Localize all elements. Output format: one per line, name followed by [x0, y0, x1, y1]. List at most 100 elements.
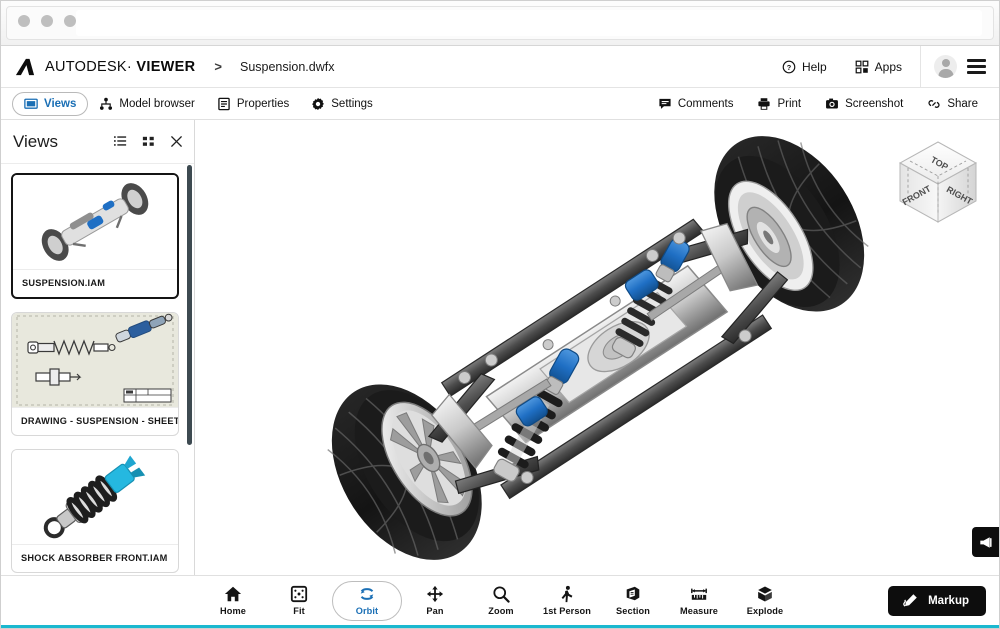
list-view-icon[interactable] — [113, 134, 128, 149]
grid-apps-icon — [855, 60, 869, 73]
gear-icon — [312, 97, 325, 110]
megaphone-icon — [979, 536, 992, 548]
brand-breadcrumb: AUTODESK· VIEWER > Suspension.dwfx — [14, 57, 335, 77]
screenshot-label: Screenshot — [845, 97, 904, 110]
view-card-label: SUSPENSION.IAM — [22, 278, 106, 288]
views-list: SUSPENSION.IAM DRAWING - SUSPENSION - SH… — [0, 164, 194, 575]
tab-properties-label: Properties — [236, 97, 290, 110]
tool-pan[interactable]: Pan — [402, 579, 468, 623]
brand-viewer: VIEWER — [136, 58, 196, 75]
properties-list-icon — [218, 97, 230, 110]
tab-model-browser-label: Model browser — [119, 97, 195, 110]
address-bar[interactable] — [76, 10, 982, 36]
breadcrumb-separator: > — [214, 59, 222, 74]
tab-views[interactable]: Views — [12, 91, 89, 116]
camera-icon — [826, 98, 839, 109]
close-icon[interactable] — [169, 134, 184, 149]
tab-settings[interactable]: Settings — [300, 92, 384, 116]
print-label: Print — [777, 97, 802, 110]
view-card-suspension-iam[interactable]: SUSPENSION.IAM — [11, 173, 179, 299]
orbit-icon — [360, 588, 374, 600]
monitor-icon — [24, 98, 38, 109]
comment-bubble-icon — [659, 98, 671, 109]
tool-zoom[interactable]: Zoom — [468, 579, 534, 623]
views-panel-title: Views — [13, 131, 59, 151]
question-circle-icon: ? — [782, 60, 796, 73]
magnifier-icon — [493, 586, 510, 603]
tab-properties[interactable]: Properties — [206, 92, 300, 116]
tool-section[interactable]: Section — [600, 579, 666, 623]
suspension-3d-model — [327, 136, 869, 560]
bottom-accent-bar — [0, 625, 1000, 629]
drawing-sheet-thumbnail-icon — [16, 313, 174, 405]
svg-text:?: ? — [787, 62, 792, 71]
pan-arrows-icon — [426, 585, 444, 603]
tab-settings-label: Settings — [331, 97, 373, 110]
explode-box-icon — [758, 586, 772, 602]
tool-explode[interactable]: Explode — [732, 579, 798, 623]
viewer-toolbar-right: Comments Print Screenshot Share — [646, 92, 1000, 116]
tool-fit[interactable]: Fit — [266, 579, 332, 623]
views-panel-header: Views — [0, 120, 194, 164]
tool-section-label: Section — [616, 606, 650, 616]
navigation-toolbar: Home Fit Orbit Pan Zoom 1st Person Secti… — [0, 575, 1000, 625]
walking-person-icon — [561, 585, 573, 603]
section-cut-icon — [626, 586, 640, 601]
hierarchy-icon — [100, 97, 113, 110]
tool-orbit[interactable]: Orbit — [332, 580, 402, 621]
tool-explode-label: Explode — [746, 606, 784, 616]
window-traffic-lights — [18, 15, 76, 27]
share-button[interactable]: Share — [915, 92, 990, 116]
tool-zoom-label: Zoom — [488, 606, 514, 616]
viewer-toolbar: Views Model browser Properties Settings … — [0, 88, 1000, 120]
view-cube[interactable]: TOP FRONT RIGHT — [892, 136, 984, 228]
help-label: Help — [801, 59, 827, 74]
brand-autodesk: AUTODESK — [45, 58, 127, 75]
share-label: Share — [947, 97, 978, 110]
app-header: AUTODESK· VIEWER > Suspension.dwfx ? Hel… — [0, 46, 1000, 88]
tool-orbit-label: Orbit — [355, 606, 379, 616]
view-card-drawing-sheet2[interactable]: DRAWING - SUSPENSION - SHEET2... — [11, 312, 179, 436]
view-card-label: SHOCK ABSORBER FRONT.IAM — [21, 553, 168, 563]
tool-first-person-label: 1st Person — [543, 606, 591, 616]
sidebar-scrollbar[interactable] — [187, 165, 192, 445]
view-thumbnail — [12, 450, 178, 545]
help-button[interactable]: ? Help — [768, 46, 841, 87]
tool-first-person[interactable]: 1st Person — [534, 579, 600, 623]
shock-absorber-thumbnail-icon — [43, 455, 146, 539]
brand-text: AUTODESK· VIEWER — [45, 59, 195, 75]
tool-home-label: Home — [220, 606, 246, 616]
user-avatar-icon[interactable] — [934, 55, 957, 78]
views-panel-actions — [113, 134, 184, 149]
view-thumbnail — [13, 175, 177, 270]
tool-pan-label: Pan — [426, 606, 444, 616]
window-close-button[interactable] — [18, 15, 30, 27]
autodesk-viewer-window: AUTODESK· VIEWER > Suspension.dwfx ? Hel… — [0, 0, 1000, 629]
model-viewport[interactable]: TOP FRONT RIGHT — [196, 120, 1000, 575]
markup-button[interactable]: Markup — [888, 585, 986, 616]
grid-view-icon[interactable] — [141, 134, 156, 149]
view-thumbnail — [12, 313, 178, 408]
tool-measure-label: Measure — [680, 606, 718, 616]
brand-registered-mark: · — [126, 58, 133, 75]
apps-button[interactable]: Apps — [841, 46, 916, 87]
breadcrumb-file-name[interactable]: Suspension.dwfx — [240, 60, 335, 74]
browser-window-chrome — [0, 0, 1000, 46]
tool-measure[interactable]: Measure — [666, 579, 732, 623]
link-chain-icon — [928, 99, 940, 108]
view-card-label: DRAWING - SUSPENSION - SHEET2... — [21, 416, 178, 426]
print-button[interactable]: Print — [745, 92, 813, 116]
tab-model-browser[interactable]: Model browser — [88, 92, 205, 116]
suspension-assembly-thumbnail-icon — [41, 183, 149, 261]
header-divider — [920, 46, 921, 87]
tool-home[interactable]: Home — [200, 579, 266, 623]
feedback-button[interactable] — [972, 527, 1000, 557]
window-minimize-button[interactable] — [41, 15, 53, 27]
view-card-shock-absorber-front-iam[interactable]: SHOCK ABSORBER FRONT.IAM — [11, 449, 179, 573]
header-actions: ? Help Apps — [768, 46, 1000, 87]
screenshot-button[interactable]: Screenshot — [813, 92, 915, 116]
comments-button[interactable]: Comments — [646, 92, 746, 116]
views-sidebar: Views SUSPENSION.IAM DRAWING - SUSPENSIO… — [0, 120, 195, 575]
hamburger-menu-icon[interactable] — [967, 59, 986, 74]
window-maximize-button[interactable] — [64, 15, 76, 27]
